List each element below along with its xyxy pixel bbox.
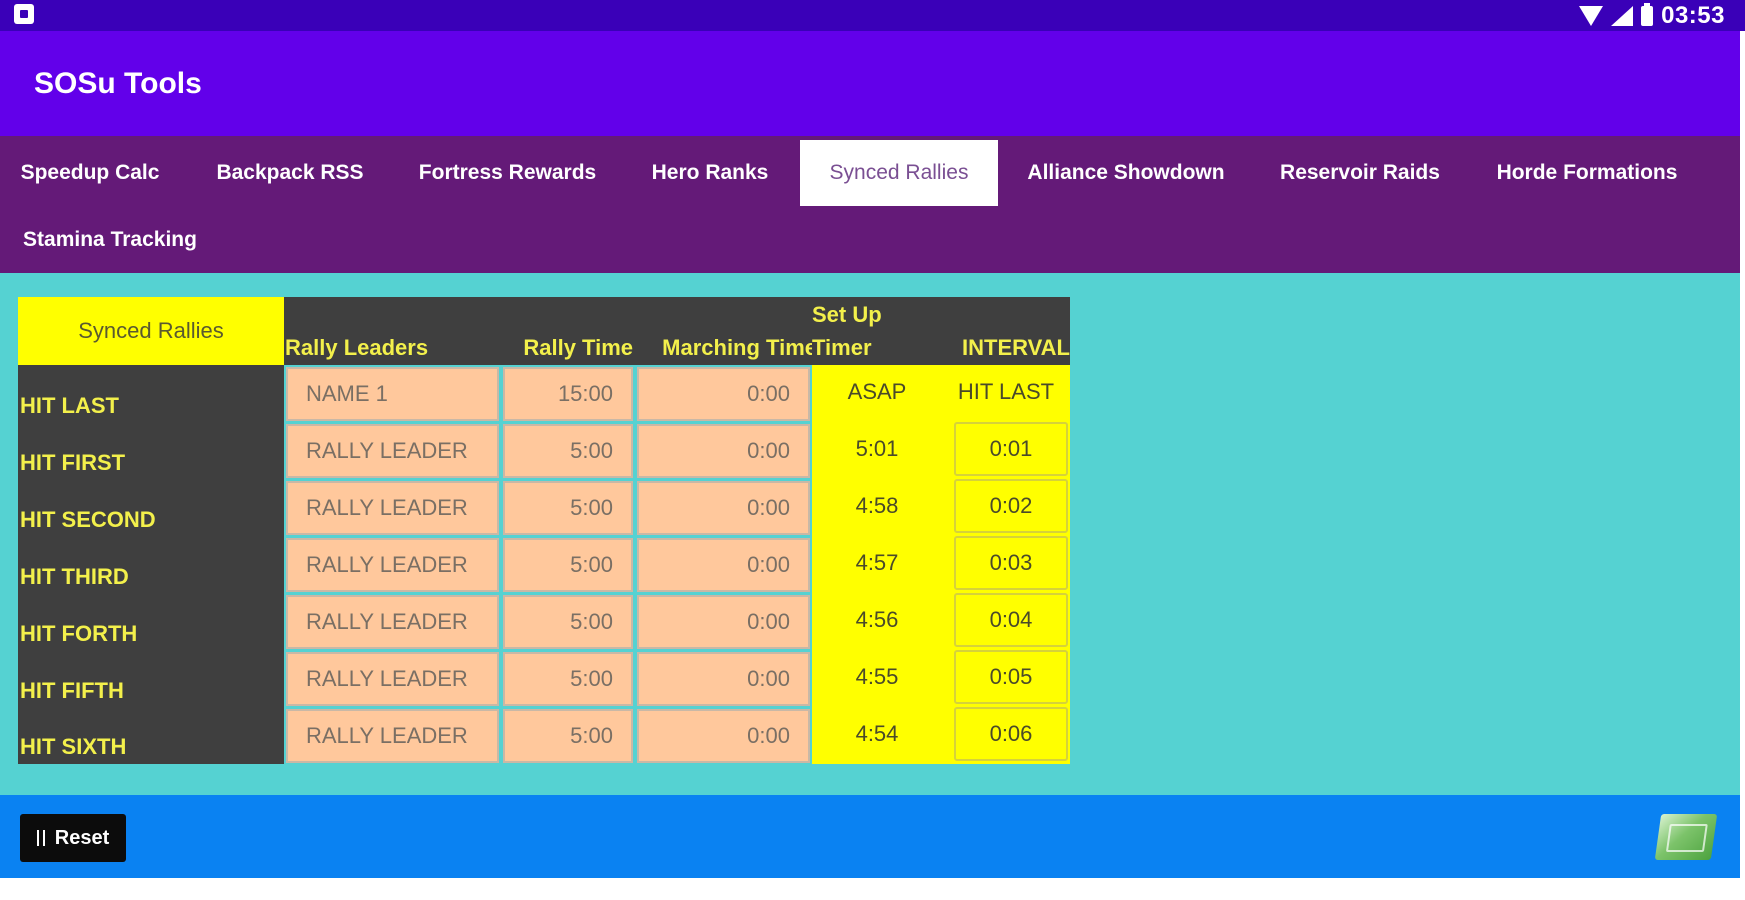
money-icon[interactable] (1654, 814, 1718, 860)
rally-time-input[interactable]: 5:00 (503, 709, 633, 763)
marching-time-input[interactable]: 0:00 (637, 709, 810, 763)
rally-time-input[interactable]: 15:00 (503, 367, 633, 421)
tab-synced-rallies[interactable]: Synced Rallies (800, 140, 998, 206)
interval-input[interactable]: 0:04 (954, 593, 1068, 647)
rally-time-input[interactable]: 5:00 (503, 481, 633, 535)
setup-timer-value: 4:55 (812, 664, 942, 694)
header-rally-leaders: Rally Leaders (285, 335, 497, 363)
interval-input[interactable]: 0:01 (954, 422, 1068, 476)
tab-fortress-rewards[interactable]: Fortress Rewards (400, 140, 615, 206)
setup-timer-value: 4:58 (812, 493, 942, 523)
status-icons: 03:53 (1579, 0, 1725, 31)
battery-icon (1641, 2, 1654, 26)
setup-timer-value: 4:56 (812, 607, 942, 637)
reset-button[interactable]: Reset (20, 814, 126, 862)
row-label: HIT THIRD (20, 564, 280, 594)
header-interval: INTERVAL (954, 335, 1070, 363)
tab-alliance-showdown[interactable]: Alliance Showdown (1010, 140, 1242, 206)
tab-speedup-calc[interactable]: Speedup Calc (0, 140, 180, 206)
setup-timer-value: ASAP (812, 379, 942, 409)
setup-timer-value: 4:54 (812, 721, 942, 751)
interval-input[interactable]: 0:02 (954, 479, 1068, 533)
leader-name-input[interactable]: RALLY LEADER (286, 424, 499, 478)
marching-time-input[interactable]: 0:00 (637, 652, 810, 706)
rally-time-input[interactable]: 5:00 (503, 652, 633, 706)
row-label: HIT FORTH (20, 621, 280, 651)
header-setup-line1: Set Up (812, 302, 912, 330)
interval-input[interactable]: 0:06 (954, 707, 1068, 761)
row-label: HIT FIFTH (20, 678, 280, 708)
leader-name-input[interactable]: RALLY LEADER (286, 652, 499, 706)
tab-reservoir-raids[interactable]: Reservoir Raids (1260, 140, 1460, 206)
row-label: HIT LAST (20, 393, 280, 423)
marching-time-input[interactable]: 0:00 (637, 367, 810, 421)
header-setup-line2: Timer (812, 335, 912, 363)
leader-name-input[interactable]: RALLY LEADER (286, 538, 499, 592)
tab-horde-formations[interactable]: Horde Formations (1478, 140, 1696, 206)
bottom-bar: Reset (0, 795, 1740, 878)
notification-icon (14, 4, 34, 24)
tab-hero-ranks[interactable]: Hero Ranks (630, 140, 790, 206)
setup-timer-value: 4:57 (812, 550, 942, 580)
signal-icon (1611, 5, 1634, 26)
status-time: 03:53 (1661, 1, 1725, 29)
interval-input[interactable]: 0:05 (954, 650, 1068, 704)
app-title: SOSu Tools (34, 67, 202, 100)
tab-bar: Speedup Calc Backpack RSS Fortress Rewar… (0, 136, 1740, 273)
tab-backpack-rss[interactable]: Backpack RSS (190, 140, 390, 206)
header-rally-time: Rally Time (502, 335, 633, 363)
reset-label: Reset (54, 826, 110, 849)
header-marching-time: Marching Time (637, 335, 817, 363)
reset-icon (36, 830, 45, 846)
marching-time-input[interactable]: 0:00 (637, 595, 810, 649)
rally-time-input[interactable]: 5:00 (503, 595, 633, 649)
status-bar: 03:53 (0, 0, 1745, 31)
right-edge (1740, 31, 1745, 900)
row-label: HIT SECOND (20, 507, 280, 537)
interval-value: HIT LAST (942, 379, 1070, 409)
wifi-icon (1579, 5, 1604, 26)
rally-time-input[interactable]: 5:00 (503, 538, 633, 592)
interval-input[interactable]: 0:03 (954, 536, 1068, 590)
row-label: HIT SIXTH (20, 734, 280, 764)
synced-rallies-table: Synced Rallies Rally Leaders Rally Time … (18, 297, 1070, 764)
setup-timer-value: 5:01 (812, 436, 942, 466)
table-title: Synced Rallies (18, 297, 284, 365)
marching-time-input[interactable]: 0:00 (637, 424, 810, 478)
app-bar: SOSu Tools (0, 31, 1740, 136)
rally-time-input[interactable]: 5:00 (503, 424, 633, 478)
leader-name-input[interactable]: RALLY LEADER (286, 481, 499, 535)
marching-time-input[interactable]: 0:00 (637, 538, 810, 592)
leader-name-input[interactable]: NAME 1 (286, 367, 499, 421)
leader-name-input[interactable]: RALLY LEADER (286, 595, 499, 649)
marching-time-input[interactable]: 0:00 (637, 481, 810, 535)
tab-stamina-tracking[interactable]: Stamina Tracking (0, 207, 220, 273)
row-label: HIT FIRST (20, 450, 280, 480)
leader-name-input[interactable]: RALLY LEADER (286, 709, 499, 763)
